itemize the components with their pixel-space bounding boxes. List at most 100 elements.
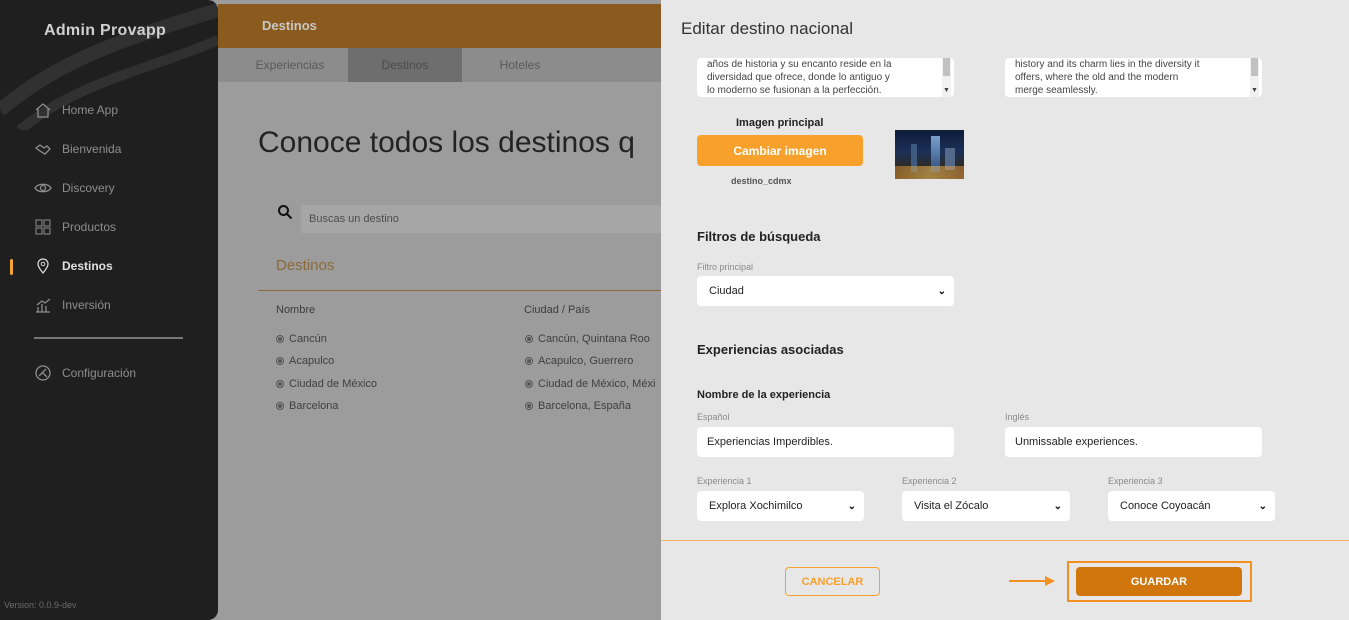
table-cell[interactable]: Cancún, Quintana Roo [525,333,663,345]
table-cell[interactable]: Acapulco [276,355,334,367]
column-header-name: Nombre [276,304,316,316]
tab-hoteles[interactable]: Hoteles [470,48,570,82]
sidebar-item-bienvenida[interactable]: Bienvenida [34,139,121,159]
main-image-label: Imagen principal [736,117,824,129]
sidebar-item-discovery[interactable]: Discovery [34,178,115,198]
chevron-down-icon: ⌄ [937,285,946,297]
textarea-scrollbar[interactable]: ▼ [942,58,951,97]
image-file-name: destino_cdmx [731,176,792,186]
scrollbar-thumb[interactable] [1251,58,1258,76]
cell-text: Barcelona [289,400,339,412]
select-value: Ciudad [709,285,744,297]
textarea-line: años de historia y su encanto reside en … [707,59,892,70]
experience-3-label: Experiencia 3 [1108,476,1163,486]
experience-name-es-input[interactable]: Experiencias Imperdibles. [697,427,954,457]
brand-title: Admin Provapp [44,22,167,39]
handshake-icon [34,144,51,155]
cell-text: Cancún, Quintana Roo [538,333,650,345]
save-button[interactable]: GUARDAR [1076,567,1242,596]
select-value: Visita el Zócalo [914,500,989,512]
bullet-icon [276,357,284,365]
version-label: Version: 0.0.9-dev [4,600,77,610]
sidebar-divider [34,337,183,339]
tab-experiencias[interactable]: Experiencias [240,48,340,82]
bullet-icon [525,335,533,343]
column-header-city: Ciudad / País [524,304,591,316]
main-filter-label: Filtro principal [697,262,754,272]
textarea-line: lo moderno se fusionan a la perfección. [707,85,882,96]
table-cell[interactable]: Barcelona [276,400,339,412]
cell-text: Acapulco, Guerrero [538,355,634,367]
sidebar-item-destinos[interactable]: Destinos [34,256,113,276]
chart-icon [36,298,51,313]
select-value: Explora Xochimilco [709,500,803,512]
destination-thumbnail [895,130,964,179]
cell-text: Acapulco [289,355,335,367]
sidebar-item-label: Configuración [62,366,137,380]
textarea-line: offers, where the old and the modern [1015,72,1179,83]
select-value: Conoce Coyoacán [1120,500,1211,512]
table-cell[interactable]: Ciudad de México, Méxi [525,378,663,390]
experiences-section-title: Experiencias asociadas [697,342,844,357]
page-topbar: Destinos [218,4,668,48]
grid-icon [35,219,51,235]
page-topbar-title: Destinos [262,18,317,33]
chevron-down-icon: ⌄ [1258,500,1267,512]
experience-2-select[interactable]: Visita el Zócalo ⌄ [902,491,1070,521]
sidebar-item-inversion[interactable]: Inversión [34,295,111,315]
page-heading: Conoce todos los destinos q [258,126,635,159]
section-label: Destinos [276,257,335,274]
arrow-right-icon [1009,576,1055,586]
main-filter-select[interactable]: Ciudad ⌄ [697,276,954,306]
map-pin-icon [37,258,49,275]
sidebar: Admin Provapp Home App Bienvenida Discov… [0,0,218,620]
table-cell[interactable]: Cancún [276,333,327,345]
experience-name-en-input[interactable]: Unmissable experiences. [1005,427,1262,457]
cancel-button[interactable]: CANCELAR [785,567,880,596]
description-es-textarea[interactable]: años de historia y su encanto reside en … [697,58,954,97]
sidebar-item-label: Home App [62,103,119,117]
bullet-icon [525,402,533,410]
active-indicator [10,259,13,275]
modal-title: Editar destino nacional [681,19,854,38]
experience-1-label: Experiencia 1 [697,476,752,486]
textarea-line: history and its charm lies in the divers… [1015,59,1200,70]
textarea-scrollbar[interactable]: ▼ [1250,58,1259,97]
scroll-down-icon[interactable]: ▼ [942,87,951,95]
sidebar-item-label: Productos [62,220,117,234]
sidebar-item-label: Inversión [62,298,111,312]
bullet-icon [276,380,284,388]
search-input[interactable] [301,205,661,233]
change-image-button[interactable]: Cambiar imagen [697,135,863,166]
table-cell[interactable]: Acapulco, Guerrero [525,355,663,367]
english-label: Inglés [1005,412,1030,422]
bullet-icon [276,335,284,343]
cell-text: Ciudad de México, Méxi [538,378,656,390]
settings-icon [35,365,51,381]
scroll-down-icon[interactable]: ▼ [1250,87,1259,95]
tab-destinos[interactable]: Destinos [348,48,462,82]
sidebar-item-home-app[interactable]: Home App [34,100,118,120]
table-cell[interactable]: Barcelona, España [525,400,663,412]
edit-destination-modal: Editar destino nacional años de historia… [661,0,1349,620]
bullet-icon [525,357,533,365]
scrollbar-thumb[interactable] [943,58,950,76]
bullet-icon [276,402,284,410]
experience-3-select[interactable]: Conoce Coyoacán ⌄ [1108,491,1275,521]
cell-text: Barcelona, España [538,400,631,412]
sidebar-item-configuracion[interactable]: Configuración [34,363,136,383]
table-cell[interactable]: Ciudad de México [276,378,377,390]
textarea-line: merge seamlessly. [1015,85,1098,96]
experience-1-select[interactable]: Explora Xochimilco ⌄ [697,491,864,521]
experience-2-label: Experiencia 2 [902,476,957,486]
cell-text: Ciudad de México [289,378,378,390]
section-divider [258,290,668,291]
sidebar-item-productos[interactable]: Productos [34,217,116,237]
spanish-label: Español [697,412,730,422]
description-en-textarea[interactable]: history and its charm lies in the divers… [1005,58,1262,97]
page-tabs: Experiencias Destinos Hoteles [218,48,668,82]
search-icon [278,205,293,220]
filters-section-title: Filtros de búsqueda [697,229,821,244]
footer-divider [661,540,1349,541]
sidebar-item-label: Bienvenida [62,142,122,156]
